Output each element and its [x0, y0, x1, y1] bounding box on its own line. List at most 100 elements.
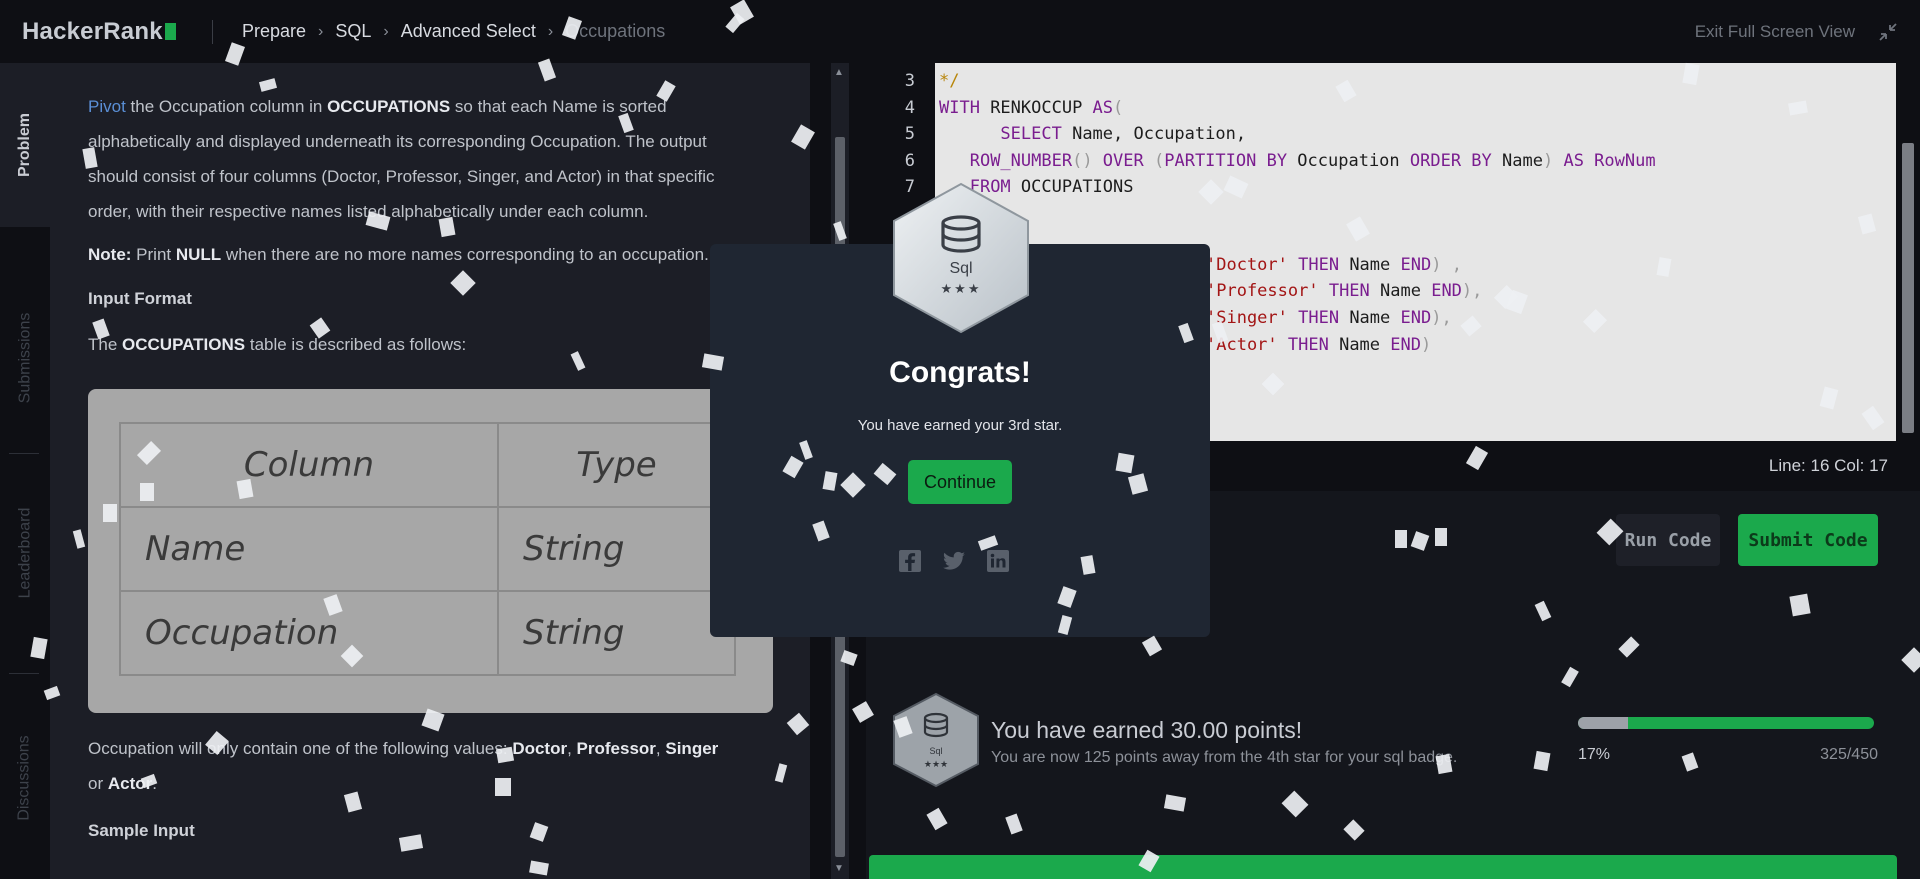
table-intro: The OCCUPATIONS table is described as fo…: [88, 327, 728, 362]
code-keyword: THEN: [1277, 335, 1329, 355]
table-row: Name String: [119, 506, 736, 592]
breadcrumb-prepare[interactable]: Prepare: [242, 21, 306, 42]
value-professor: Professor: [576, 739, 656, 758]
collapse-icon[interactable]: [1878, 22, 1898, 42]
tab-submissions[interactable]: Submissions: [0, 268, 50, 448]
exit-full-screen-link[interactable]: Exit Full Screen View: [1695, 22, 1855, 42]
note-null: NULL: [175, 245, 222, 264]
code-keyword: END: [1390, 335, 1421, 355]
code-paren: (: [1143, 151, 1165, 171]
tab-discussions[interactable]: Discussions: [0, 688, 50, 868]
code-keyword: END: [1431, 281, 1462, 301]
tab-divider: [9, 453, 39, 454]
continue-button[interactable]: Continue: [908, 460, 1012, 504]
table-intro-bold: OCCUPATIONS: [122, 335, 246, 354]
scroll-up-icon[interactable]: ▲: [834, 67, 844, 78]
code-text: RowNum: [1583, 151, 1656, 171]
code-text: Name: [1491, 151, 1543, 171]
code-line: SELECT Name, Occupation,: [939, 124, 1246, 144]
submit-code-button[interactable]: Submit Code: [1738, 514, 1878, 566]
twitter-icon[interactable]: [942, 549, 966, 573]
sql-badge-icon: [893, 182, 1029, 334]
linkedin-icon[interactable]: [986, 549, 1010, 573]
code-keyword: THEN: [1287, 308, 1340, 328]
tab-problem[interactable]: Problem: [0, 63, 50, 227]
line-col-indicator: Line: 16 Col: 17: [1768, 456, 1888, 475]
code-text: Name: [1339, 308, 1401, 328]
run-code-button[interactable]: Run Code: [1616, 514, 1720, 566]
table-row: Column Type: [119, 422, 736, 508]
values-end: .: [152, 774, 157, 793]
code-keyword: THEN: [1318, 281, 1370, 301]
code-line: */: [939, 71, 959, 91]
code-line: 'Doctor' THEN Name END) ,: [1206, 255, 1462, 275]
code-keyword: ROW_NUMBER: [969, 151, 1073, 171]
code-paren: ),: [1461, 281, 1483, 301]
code-text: RENKOCCUP: [979, 98, 1093, 118]
table-cell: String: [497, 590, 736, 676]
tab-divider: [9, 673, 39, 674]
code-paren: ) ,: [1431, 255, 1462, 275]
badge-progress-bar: [1578, 717, 1874, 729]
breadcrumb-occupations: Occupations: [565, 21, 666, 41]
value-actor: Actor: [107, 774, 153, 793]
code-paren: (): [1072, 151, 1103, 171]
table-row: Occupation String: [119, 590, 736, 676]
values-or: or: [88, 774, 108, 793]
success-banner: [869, 855, 1897, 879]
scrollbar-thumb[interactable]: [1902, 143, 1914, 433]
note-label: Note:: [88, 245, 132, 264]
code-line: 'Professor' THEN Name END),: [1206, 281, 1482, 301]
code-text: Occupation: [1287, 151, 1410, 171]
occupation-values: Occupation will only contain one of the …: [88, 731, 728, 801]
values-sep: ,: [567, 739, 577, 758]
code-string: 'Doctor': [1206, 255, 1288, 275]
progress-fill: [1578, 717, 1629, 729]
values-text: Occupation will only contain one of the …: [88, 739, 513, 758]
table-image: Column Type Name String Occupation Strin…: [88, 389, 773, 713]
value-doctor: Doctor: [512, 739, 568, 758]
tab-leaderboard-label: Leaderboard: [16, 507, 33, 599]
tab-problem-label: Problem: [16, 112, 34, 178]
values-sep: ,: [655, 739, 666, 758]
tab-discussions-label: Discussions: [16, 735, 34, 821]
code-keyword: AS: [1563, 151, 1584, 171]
scroll-down-icon[interactable]: ▼: [834, 863, 844, 874]
code-line: WITH RENKOCCUP AS(: [939, 98, 1123, 118]
code-paren: ): [1542, 151, 1564, 171]
progress-percent: 17%: [1578, 746, 1611, 763]
tab-leaderboard[interactable]: Leaderboard: [0, 463, 50, 643]
input-format-heading: Input Format: [88, 289, 192, 308]
result-badge-stars: ★★★: [923, 759, 949, 769]
side-tabs: Problem Submissions Leaderboard Discussi…: [0, 63, 50, 879]
table-intro-text: The: [88, 335, 123, 354]
code-text: Name: [1369, 281, 1432, 301]
logo[interactable]: HackerRank: [22, 18, 176, 46]
facebook-icon[interactable]: [898, 549, 922, 573]
code-line: 'Singer' THEN Name END),: [1206, 308, 1452, 328]
tab-submissions-label: Submissions: [16, 312, 34, 404]
table-header-cell: Column: [119, 422, 499, 508]
breadcrumb-advanced-select[interactable]: Advanced Select: [401, 21, 536, 42]
code-line: 'Actor' THEN Name END): [1206, 335, 1431, 355]
header-divider: [212, 20, 213, 44]
occupations-schema-table: Column Type Name String Occupation Strin…: [119, 422, 736, 676]
pivot-link[interactable]: Pivot: [88, 97, 126, 116]
editor-scrollbar[interactable]: [1896, 63, 1920, 441]
code-paren: ): [1420, 335, 1432, 355]
breadcrumb-sql[interactable]: SQL: [335, 21, 371, 42]
code-paren: (: [1113, 98, 1124, 118]
code-keyword: ORDER BY: [1409, 151, 1492, 171]
result-badge-name: Sql: [929, 746, 943, 756]
code-keyword: WITH: [939, 98, 980, 118]
code-keyword: END: [1400, 308, 1432, 328]
table-header-cell: Type: [497, 422, 736, 508]
top-bar: HackerRank Prepare › SQL › Advanced Sele…: [0, 0, 1920, 63]
code-keyword: THEN: [1287, 255, 1340, 275]
table-cell: Occupation: [119, 590, 499, 676]
chevron-right-icon: ›: [318, 22, 324, 40]
table-intro-text: table is described as follows:: [245, 335, 467, 354]
sql-badge-icon: [893, 692, 979, 788]
code-keyword: END: [1400, 255, 1432, 275]
